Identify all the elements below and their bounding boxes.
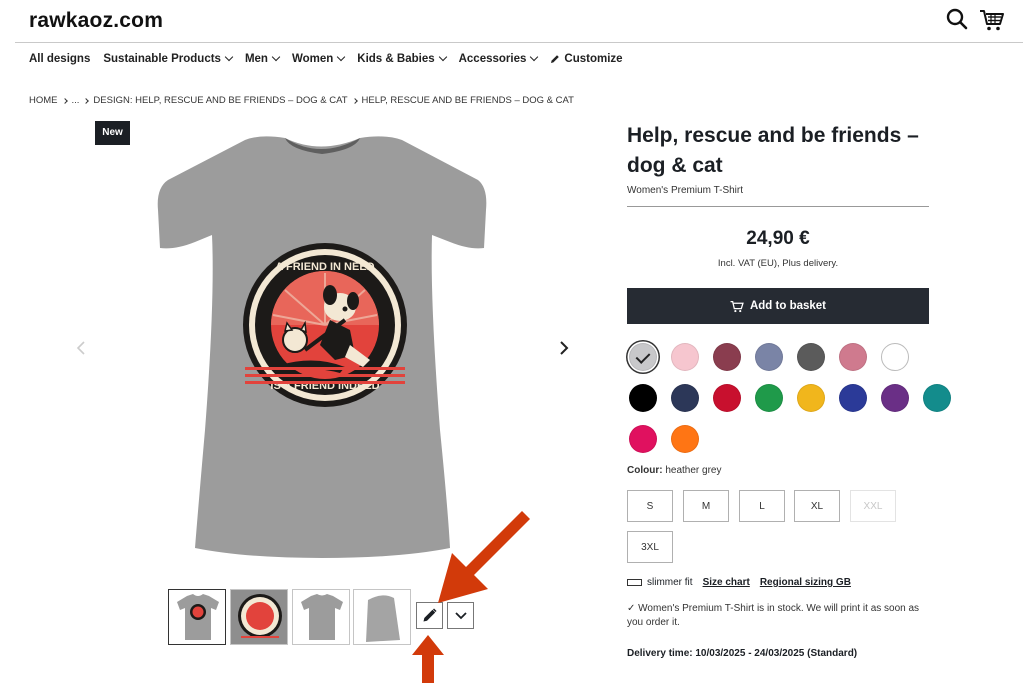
annotation-arrow-up bbox=[412, 635, 444, 683]
nav-label: Accessories bbox=[458, 53, 527, 65]
size-xxl: XXL bbox=[850, 490, 896, 522]
gallery-next-button[interactable] bbox=[556, 340, 572, 356]
product-title: Help, rescue and be friends – dog & cat bbox=[627, 124, 919, 177]
color-swatch[interactable] bbox=[713, 343, 741, 371]
size-m[interactable]: M bbox=[683, 490, 729, 522]
size-3xl[interactable]: 3XL bbox=[627, 531, 673, 563]
main-nav: All designs Sustainable Products Men Wom… bbox=[29, 52, 636, 65]
color-swatch[interactable] bbox=[629, 384, 657, 412]
cart-icon[interactable] bbox=[979, 8, 1005, 37]
delivery-time: Delivery time: 10/03/2025 - 24/03/2025 (… bbox=[627, 648, 858, 659]
color-swatch[interactable] bbox=[755, 384, 783, 412]
pencil-icon bbox=[423, 608, 437, 622]
breadcrumb-home[interactable]: HOME bbox=[29, 95, 58, 106]
breadcrumb-current: HELP, RESCUE AND BE FRIENDS – DOG & CAT bbox=[361, 95, 574, 106]
color-swatch[interactable] bbox=[629, 425, 657, 453]
fit-label: slimmer fit bbox=[647, 577, 693, 588]
chevron-down-icon bbox=[454, 611, 467, 619]
color-swatch[interactable] bbox=[671, 384, 699, 412]
nav-label: Women bbox=[291, 53, 334, 65]
nav-item-sustainable[interactable]: Sustainable Products bbox=[103, 52, 234, 65]
size-xl[interactable]: XL bbox=[794, 490, 840, 522]
chevron-right-icon bbox=[351, 97, 358, 104]
colour-label: Colour: heather grey bbox=[627, 465, 721, 476]
thumbnail-back[interactable] bbox=[292, 589, 350, 645]
chevron-down-icon bbox=[224, 52, 234, 62]
color-swatch[interactable] bbox=[923, 384, 951, 412]
nav-item-customize[interactable]: Customize bbox=[550, 53, 623, 65]
pencil-icon bbox=[551, 55, 560, 63]
nav-label: Men bbox=[244, 53, 268, 65]
product-subtitle: Women's Premium T-Shirt bbox=[627, 185, 744, 196]
customize-pencil-button[interactable] bbox=[416, 602, 443, 629]
site-header: rawkaoz.com bbox=[0, 0, 1024, 43]
breadcrumb-ellipsis[interactable]: ... bbox=[72, 95, 80, 106]
color-swatch[interactable] bbox=[713, 384, 741, 412]
nav-label: Sustainable Products bbox=[103, 53, 221, 65]
vat-note: Incl. VAT (EU), Plus delivery. bbox=[717, 258, 839, 269]
search-icon[interactable] bbox=[946, 8, 968, 35]
nav-item-accessories[interactable]: Accessories bbox=[458, 52, 539, 65]
breadcrumb-design[interactable]: DESIGN: HELP, RESCUE AND BE FRIENDS – DO… bbox=[93, 95, 347, 106]
regional-sizing-link[interactable]: Regional sizing GB bbox=[760, 577, 851, 588]
colour-value: heather grey bbox=[665, 465, 722, 476]
fit-row: slimmer fit Size chart Regional sizing G… bbox=[627, 577, 851, 588]
thumbnail-front[interactable] bbox=[168, 589, 226, 645]
check-icon: ✓ bbox=[627, 603, 636, 614]
chevron-right-icon bbox=[61, 97, 68, 104]
breadcrumb: HOME ... DESIGN: HELP, RESCUE AND BE FRI… bbox=[29, 95, 574, 106]
color-swatch[interactable] bbox=[755, 343, 783, 371]
chevron-down-icon bbox=[438, 52, 447, 62]
nav-label: Customize bbox=[564, 53, 623, 65]
check-icon bbox=[635, 349, 651, 364]
more-thumbnails-button[interactable] bbox=[447, 602, 474, 629]
color-swatch[interactable] bbox=[881, 343, 909, 371]
design-text-top: A FRIEND IN NEED bbox=[275, 261, 374, 273]
chevron-down-icon bbox=[530, 52, 539, 62]
size-l[interactable]: L bbox=[739, 490, 785, 522]
add-to-basket-button[interactable]: Add to basket bbox=[627, 288, 929, 324]
color-swatch[interactable] bbox=[629, 343, 657, 371]
thumbnail-side[interactable] bbox=[353, 589, 411, 645]
product-price: 24,90 € bbox=[746, 228, 810, 249]
nav-item-kids[interactable]: Kids & Babies bbox=[357, 52, 447, 65]
thumbnail-design[interactable] bbox=[230, 589, 288, 645]
add-to-basket-label: Add to basket bbox=[749, 300, 827, 312]
color-swatch[interactable] bbox=[839, 343, 867, 371]
color-swatch[interactable] bbox=[671, 343, 699, 371]
stock-note-text: Women's Premium T-Shirt is in stock. We … bbox=[627, 603, 920, 628]
nav-item-all-designs[interactable]: All designs bbox=[29, 53, 90, 65]
gallery-prev-button[interactable] bbox=[74, 340, 90, 356]
new-badge: New bbox=[95, 121, 130, 145]
stock-note: ✓ Women's Premium T-Shirt is in stock. W… bbox=[627, 602, 932, 630]
color-swatch[interactable] bbox=[671, 425, 699, 453]
size-s[interactable]: S bbox=[627, 490, 673, 522]
colour-label-key: Colour: bbox=[627, 465, 663, 476]
color-swatch[interactable] bbox=[797, 384, 825, 412]
color-swatch[interactable] bbox=[839, 384, 867, 412]
nav-label: Kids & Babies bbox=[357, 53, 435, 65]
nav-label: All designs bbox=[29, 53, 91, 65]
chevron-down-icon bbox=[271, 52, 281, 62]
nav-item-women[interactable]: Women bbox=[291, 52, 346, 65]
ruler-icon bbox=[627, 579, 642, 586]
nav-item-men[interactable]: Men bbox=[244, 52, 281, 65]
chevron-right-icon bbox=[83, 97, 90, 104]
header-divider bbox=[15, 42, 1023, 43]
chevron-down-icon bbox=[337, 52, 346, 62]
color-swatch[interactable] bbox=[881, 384, 909, 412]
title-divider bbox=[627, 206, 929, 207]
product-main-image[interactable]: A FRIEND IN NEED IS A FRIEND INDEED bbox=[150, 130, 495, 570]
size-chart-link[interactable]: Size chart bbox=[703, 577, 750, 588]
color-swatch[interactable] bbox=[797, 343, 825, 371]
site-logo[interactable]: rawkaoz.com bbox=[29, 9, 163, 33]
cart-icon bbox=[730, 300, 744, 312]
